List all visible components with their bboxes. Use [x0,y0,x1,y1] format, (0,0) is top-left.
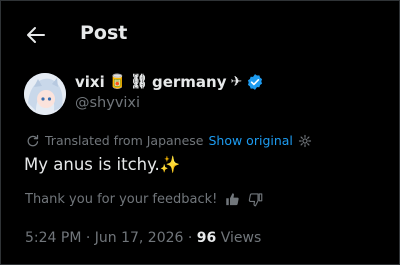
show-original-link[interactable]: Show original [208,133,292,148]
post-text: My anus is itchy.✨ [24,155,180,175]
header: Post [0,0,400,70]
post-meta: 5:24 PM · Jun 17, 2026 · 96 Views [25,230,261,246]
timestamp[interactable]: 5:24 PM · Jun 17, 2026 · [25,230,197,246]
avatar[interactable] [24,73,66,115]
sparkles-emoji: ✨ [159,155,181,174]
post-text-body: My anus is itchy. [24,155,160,174]
translate-icon [27,134,39,147]
author-name-suffix: germany [151,73,227,91]
feedback-row: Thank you for your feedback! [25,192,263,207]
airplane-emoji-icon: ✈ [230,74,243,90]
thumbs-down-icon[interactable] [248,192,263,207]
gear-icon[interactable] [298,134,312,148]
avatar-image [24,73,66,115]
thumbs-up-icon[interactable] [225,192,240,207]
author-name-row[interactable]: vixi 🥫 ⛓ germany ✈ [75,73,264,91]
translation-bar: Translated from Japanese Show original [25,133,312,148]
author-handle[interactable]: @shyvixi [75,95,140,111]
feedback-message: Thank you for your feedback! [25,192,218,207]
back-arrow-icon[interactable] [24,23,48,47]
translated-label: Translated from Japanese [45,133,204,148]
views-count: 96 [196,230,217,246]
can-emoji-icon: 🥫 [108,74,127,90]
verified-badge-icon[interactable] [246,73,264,91]
chains-emoji-icon: ⛓ [130,74,148,90]
author-name: vixi [75,73,105,91]
page-title: Post [80,22,128,44]
views-label: Views [216,230,262,246]
